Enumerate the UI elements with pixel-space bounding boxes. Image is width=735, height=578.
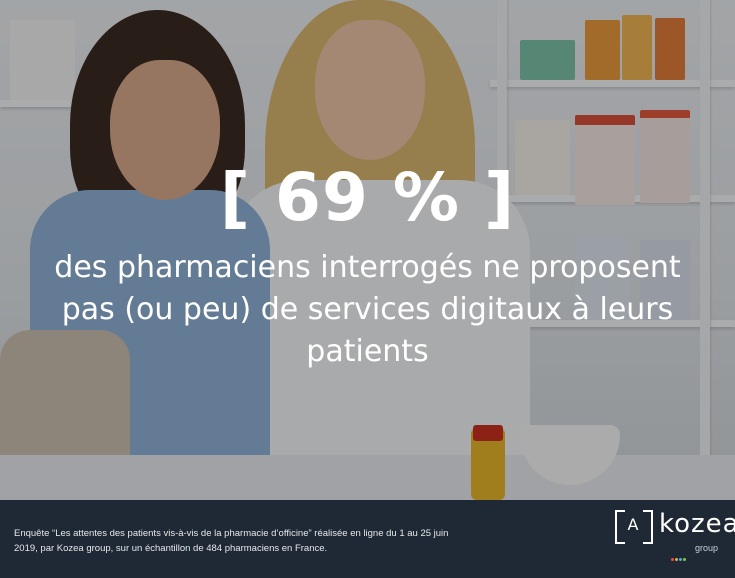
logo-letter: A — [627, 515, 639, 534]
statistic-line-2: pas (ou peu) de services digitaux à leur… — [61, 292, 674, 327]
kozea-logo: A kozea group — [615, 509, 735, 562]
logo-right-bracket — [643, 510, 653, 544]
statistic-value: [ 69 % ] — [219, 159, 516, 236]
statistic-line-3: patients — [306, 334, 429, 369]
logo-dots — [671, 548, 687, 566]
logo-left-bracket — [615, 510, 625, 544]
footnote-line-2: 2019, par Kozea group, sur un échantillo… — [14, 543, 328, 554]
footnote-line-1: Enquête “Les attentes des patients vis-à… — [14, 528, 449, 539]
logo-subtitle: group — [695, 543, 719, 553]
logo-dot — [679, 558, 682, 561]
infographic-card: [ 69 % ] des pharmaciens interrogés ne p… — [0, 0, 735, 578]
logo-dot — [683, 558, 686, 561]
survey-footnote: Enquête “Les attentes des patients vis-à… — [14, 526, 494, 556]
logo-dot — [675, 558, 678, 561]
logo-dot — [671, 558, 674, 561]
headline: [ 69 % ] des pharmaciens interrogés ne p… — [0, 158, 735, 373]
logo-wordmark: kozea — [659, 509, 735, 539]
statistic-line-1: des pharmaciens interrogés ne proposent — [54, 250, 681, 285]
statistic-description: des pharmaciens interrogés ne proposent … — [0, 247, 735, 373]
